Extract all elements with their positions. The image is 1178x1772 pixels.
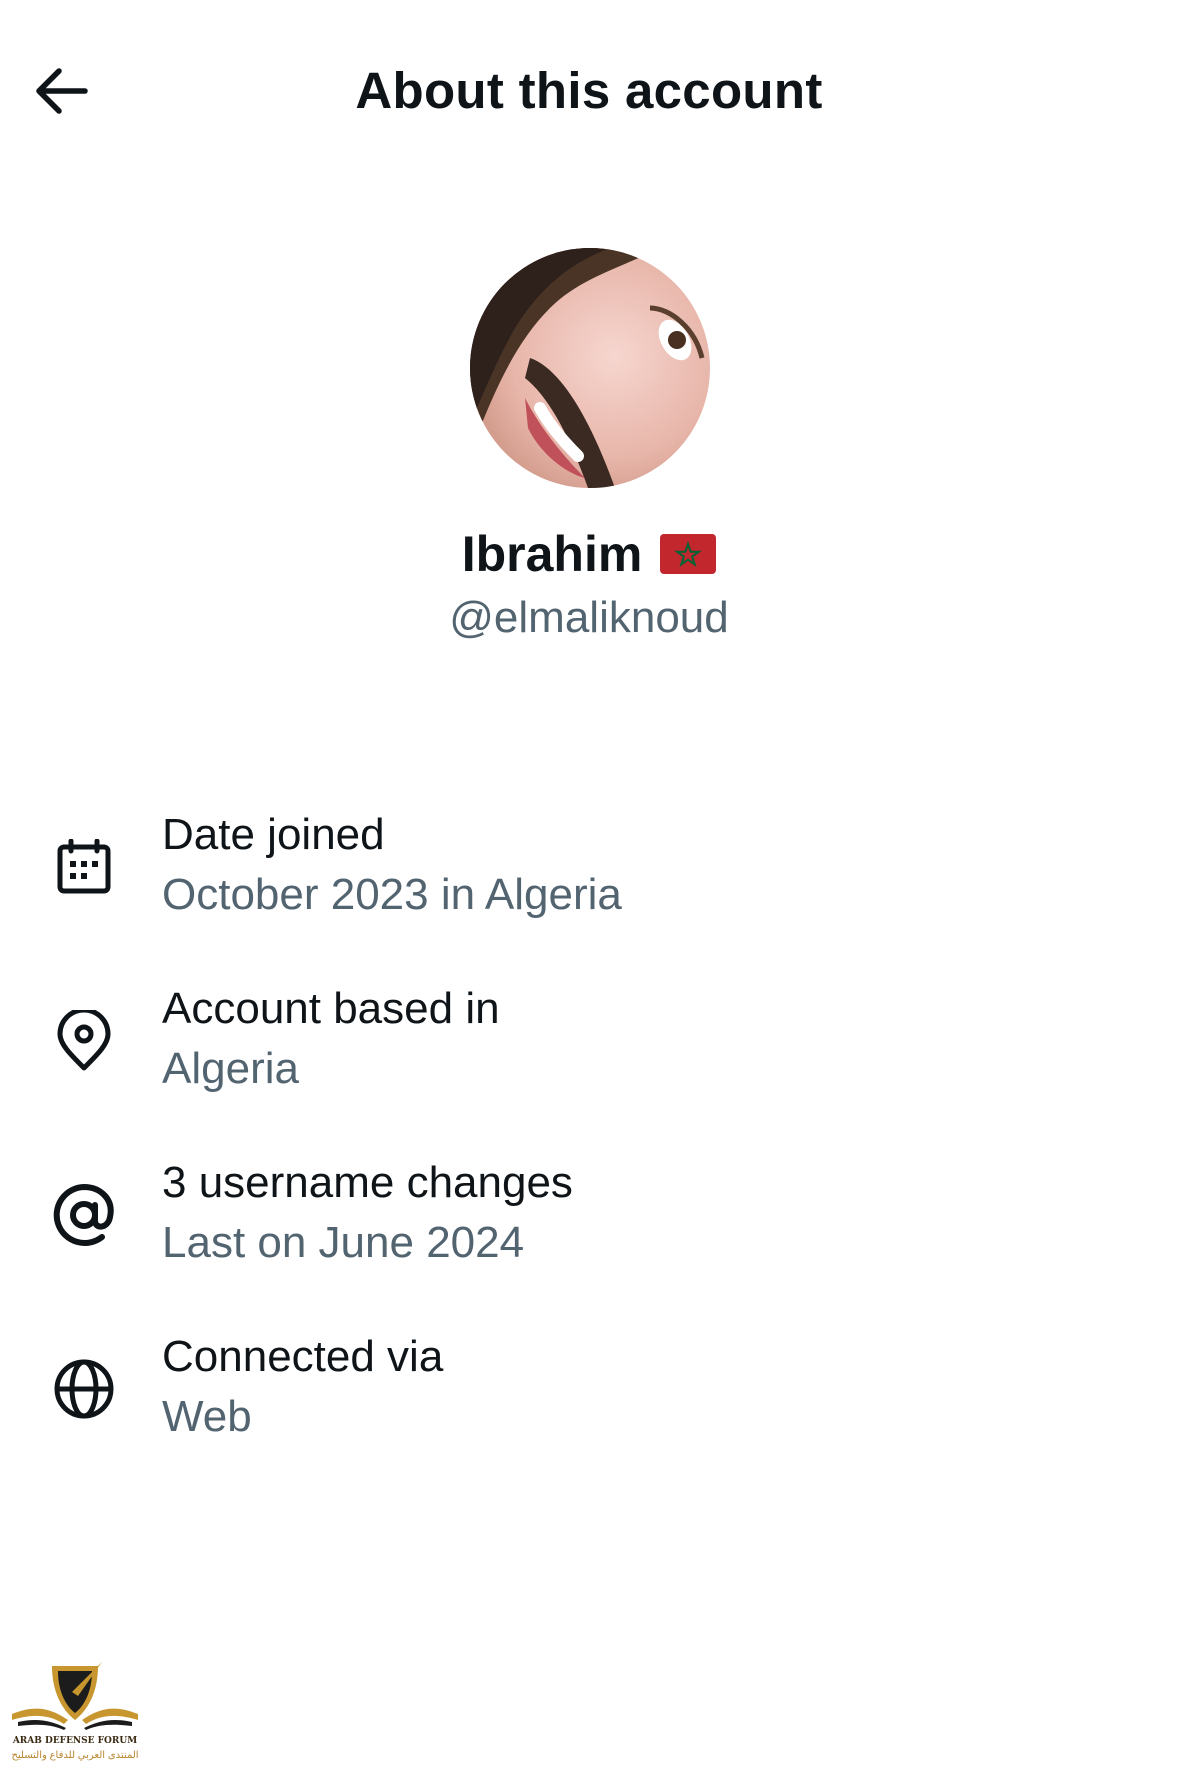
at-sign-icon	[50, 1181, 118, 1249]
connected-via-item: Connected via Web	[0, 1327, 1178, 1501]
forum-logo	[12, 1662, 138, 1730]
location-pin-icon	[50, 1007, 118, 1075]
connected-via-label: Connected via	[162, 1332, 444, 1381]
avatar[interactable]	[470, 248, 710, 488]
account-info-list: Date joined October 2023 in Algeria Acco…	[0, 805, 1178, 1501]
watermark-name-en: ARAB DEFENSE FORUM	[12, 1736, 138, 1746]
display-name-row: Ibrahim	[0, 523, 1178, 585]
about-account-page: About this account Ibrahim @elmaliknoud …	[0, 0, 1178, 1772]
username-changes-item: 3 username changes Last on June 2024	[0, 1153, 1178, 1327]
arab-defense-forum-watermark: ARAB DEFENSE FORUM المنتدى العربي للدفاع…	[8, 1662, 142, 1770]
username-changes-label: 3 username changes	[162, 1158, 573, 1207]
username-handle: @elmaliknoud	[449, 593, 729, 642]
date-joined-item: Date joined October 2023 in Algeria	[0, 805, 1178, 979]
account-based-in-item: Account based in Algeria	[0, 979, 1178, 1153]
watermark-name-ar: المنتدى العربي للدفاع والتسليح	[11, 1750, 139, 1761]
username-changes-value: Last on June 2024	[162, 1218, 525, 1267]
calendar-icon	[50, 833, 118, 901]
morocco-flag-icon	[660, 534, 717, 574]
avatar-image	[470, 248, 710, 488]
display-name: Ibrahim	[461, 526, 643, 582]
page-title: About this account	[355, 62, 823, 119]
date-joined-label: Date joined	[162, 810, 385, 859]
date-joined-value: October 2023 in Algeria	[162, 870, 622, 919]
globe-icon	[50, 1355, 118, 1423]
account-based-in-label: Account based in	[162, 984, 500, 1033]
account-based-in-value: Algeria	[162, 1044, 299, 1093]
connected-via-value: Web	[162, 1392, 252, 1441]
